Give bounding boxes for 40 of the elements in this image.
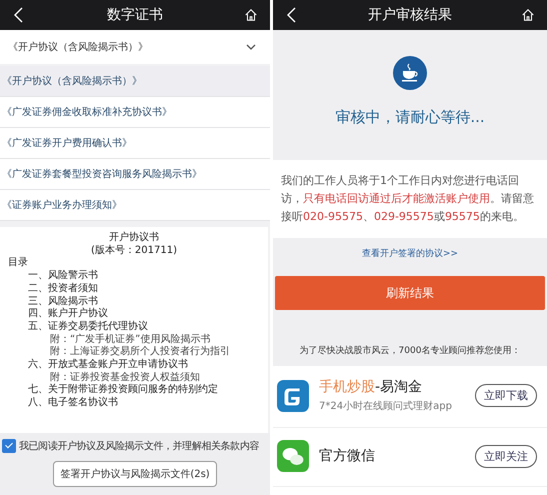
document-item[interactable]: 《广发证券套餐型投资咨询服务风险揭示书》	[0, 159, 270, 190]
app-icon[interactable]	[277, 380, 309, 412]
toc-entry: 六、开放式基金账户开立申请协议书	[27, 359, 189, 372]
toc-entry: 三、风险揭示书	[27, 296, 99, 308]
toc-subentry: 附：上海证券交易所个人投资者行为指引	[49, 346, 231, 358]
document-item[interactable]: 《广发证券开户费用确认书》	[0, 128, 270, 159]
screen-title: 数字证书	[107, 6, 163, 24]
toc-entry: 七、关于附带证券投资顾问服务的特别约定	[27, 384, 219, 396]
document-dropdown[interactable]: 《开户协议（含风险揭示书）》	[0, 30, 270, 64]
toc-subentry: 附：“广发手机证券”使用风险揭示书	[49, 334, 212, 346]
screen-title: 开户审核结果	[368, 6, 452, 24]
toc-entry: 八、电子签名协议书	[27, 397, 119, 410]
wechat-icon[interactable]	[277, 440, 309, 472]
sign-button[interactable]: 签署开户协议与风险揭示文件(2s)	[53, 461, 217, 487]
coffee-cup-icon	[393, 56, 427, 90]
app-name: 手机炒股-易淘金	[319, 378, 424, 396]
recommend-text: 为了尽快决战股市风云，7000名专业顾问推荐您使用：	[298, 344, 522, 358]
toc-entry: 二、投资者须知	[27, 282, 99, 296]
status-message: 审核中，请耐心等待...	[335, 108, 485, 127]
app-action-button[interactable]: 立即下载	[475, 384, 537, 407]
toc-subentry: 附：证券投资基金投资人权益须知	[49, 372, 201, 384]
app-description: 7*24小时在线顾问式理财app	[319, 400, 453, 413]
toc-entry: 一、风险警示书	[27, 270, 99, 282]
consent-label: 我已阅读开户协议及风险揭示文件，并理解相关条款内容	[19, 440, 260, 453]
home-icon[interactable]	[244, 7, 258, 23]
toc-entry: 五、证券交易委托代理协议	[27, 320, 149, 334]
agreement-link[interactable]: 查看开户签署的协议>>	[362, 246, 458, 260]
chevron-down-icon	[246, 44, 256, 50]
refresh-button[interactable]: 刷新结果	[275, 276, 545, 310]
toc-entry: 四、账户开户协议	[27, 308, 109, 320]
toc-heading: 目录	[8, 257, 29, 270]
document-item[interactable]: 《证券账户业务办理须知》	[0, 190, 270, 221]
checkbox[interactable]	[2, 439, 16, 453]
agreement-title: 开户协议书	[108, 232, 160, 244]
home-icon[interactable]	[521, 7, 535, 23]
app-action-button[interactable]: 立即关注	[475, 444, 537, 468]
app-name: 官方微信	[319, 447, 376, 465]
document-item[interactable]: 《广发证券佣金收取标准补充协议书》	[0, 97, 270, 128]
version-number: (版本号：201711)	[90, 244, 178, 258]
notice-text: 我们的工作人员将于1个工作日内对您进行电话回访，只有电话回访通过后才能激活账户使用。请留意接听020-95575、029-95575或95575的来电。	[273, 160, 547, 238]
